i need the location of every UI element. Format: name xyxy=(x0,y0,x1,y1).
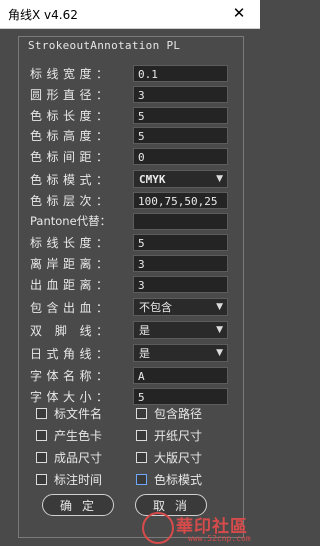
font-name-input[interactable]: A xyxy=(133,367,228,384)
swatch-mode-value: CMYK xyxy=(139,173,166,186)
checkbox-box[interactable] xyxy=(136,430,147,441)
window-title: 角线X v4.62 xyxy=(8,8,78,22)
line-width-input[interactable]: 0.1 xyxy=(133,65,228,82)
checkbox-label: 色标模式 xyxy=(154,473,203,487)
checkbox-include-path[interactable]: 包含路径 xyxy=(136,405,202,422)
checkbox-box[interactable] xyxy=(36,408,47,419)
ok-button[interactable]: 确定 xyxy=(42,494,114,516)
checkbox-paper-size[interactable]: 开纸尺寸 xyxy=(136,427,202,444)
chevron-down-icon: ▼ xyxy=(216,302,223,312)
watermark: 華印社區 www.52cnp.com xyxy=(136,512,260,546)
watermark-url: www.52cnp.com xyxy=(188,534,251,543)
swatch-mode-select[interactable]: CMYK ▼ xyxy=(133,170,228,188)
checkbox-box[interactable] xyxy=(36,452,47,463)
swatch-spacing-input[interactable]: 0 xyxy=(133,148,228,165)
checkbox-box[interactable] xyxy=(36,430,47,441)
label-circle-diameter: 圆形直径： xyxy=(30,88,113,102)
swatch-height-input[interactable]: 5 xyxy=(133,127,228,144)
checkbox-swatch-mode[interactable]: 色标模式 xyxy=(136,471,202,488)
checkbox-finished-size[interactable]: 成品尺寸 xyxy=(36,449,102,466)
checkbox-generate-swatch[interactable]: 产生色卡 xyxy=(36,427,102,444)
label-include-bleed: 包含出血： xyxy=(30,301,113,315)
circle-diameter-input[interactable]: 3 xyxy=(133,86,228,103)
include-bleed-value: 不包含 xyxy=(139,301,172,314)
checkbox-label: 产生色卡 xyxy=(54,429,103,443)
checkbox-label: 大版尺寸 xyxy=(154,451,203,465)
swatch-levels-input[interactable]: 100,75,50,25 xyxy=(133,192,228,209)
chevron-down-icon: ▼ xyxy=(216,348,223,358)
seal-icon xyxy=(142,512,174,544)
double-lines-value: 是 xyxy=(139,324,150,337)
checkbox-label: 成品尺寸 xyxy=(54,451,103,465)
label-swatch-spacing: 色标间距： xyxy=(30,150,113,164)
label-offset-distance: 离岸距离： xyxy=(30,257,113,271)
label-swatch-mode: 色标模式： xyxy=(30,173,113,187)
label-swatch-length: 色标长度： xyxy=(30,109,113,123)
swatch-length-input[interactable]: 5 xyxy=(133,107,228,124)
label-font-name: 字体名称： xyxy=(30,369,113,383)
panel-title: StrokeoutAnnotation PL xyxy=(26,39,183,52)
label-mark-length: 标线长度： xyxy=(30,236,113,250)
checkbox-label: 开纸尺寸 xyxy=(154,429,203,443)
checkbox-box[interactable] xyxy=(136,474,147,485)
checkbox-file-name[interactable]: 标文件名 xyxy=(36,405,102,422)
checkbox-box[interactable] xyxy=(36,474,47,485)
japanese-marks-select[interactable]: 是 ▼ xyxy=(133,344,228,362)
label-double-lines: 双 脚 线： xyxy=(30,324,113,338)
offset-distance-input[interactable]: 3 xyxy=(133,255,228,272)
pantone-input[interactable] xyxy=(133,213,228,230)
label-pantone: Pantone代替： xyxy=(30,214,112,228)
checkbox-box[interactable] xyxy=(136,408,147,419)
label-swatch-height: 色标高度： xyxy=(30,129,113,143)
chevron-down-icon: ▼ xyxy=(216,325,223,335)
label-font-size: 字体大小： xyxy=(30,390,113,404)
close-icon[interactable]: ✕ xyxy=(224,3,254,23)
bleed-distance-input[interactable]: 3 xyxy=(133,276,228,293)
checkbox-box[interactable] xyxy=(136,452,147,463)
checkbox-label: 标注时间 xyxy=(54,473,103,487)
label-bleed-distance: 出血距离： xyxy=(30,278,113,292)
checkbox-label: 包含路径 xyxy=(154,407,203,421)
font-size-input[interactable]: 5 xyxy=(133,388,228,405)
checkbox-label: 标文件名 xyxy=(54,407,103,421)
double-lines-select[interactable]: 是 ▼ xyxy=(133,321,228,339)
mark-length-input[interactable]: 5 xyxy=(133,234,228,251)
checkbox-timestamp[interactable]: 标注时间 xyxy=(36,471,102,488)
label-japanese-marks: 日式角线： xyxy=(30,347,113,361)
japanese-marks-value: 是 xyxy=(139,347,150,360)
chevron-down-icon: ▼ xyxy=(216,174,223,184)
include-bleed-select[interactable]: 不包含 ▼ xyxy=(133,298,228,316)
label-swatch-levels: 色标层次： xyxy=(30,194,113,208)
title-bar: 角线X v4.62 ✕ xyxy=(0,0,260,29)
checkbox-sheet-size[interactable]: 大版尺寸 xyxy=(136,449,202,466)
label-line-width: 标线宽度： xyxy=(30,67,113,81)
